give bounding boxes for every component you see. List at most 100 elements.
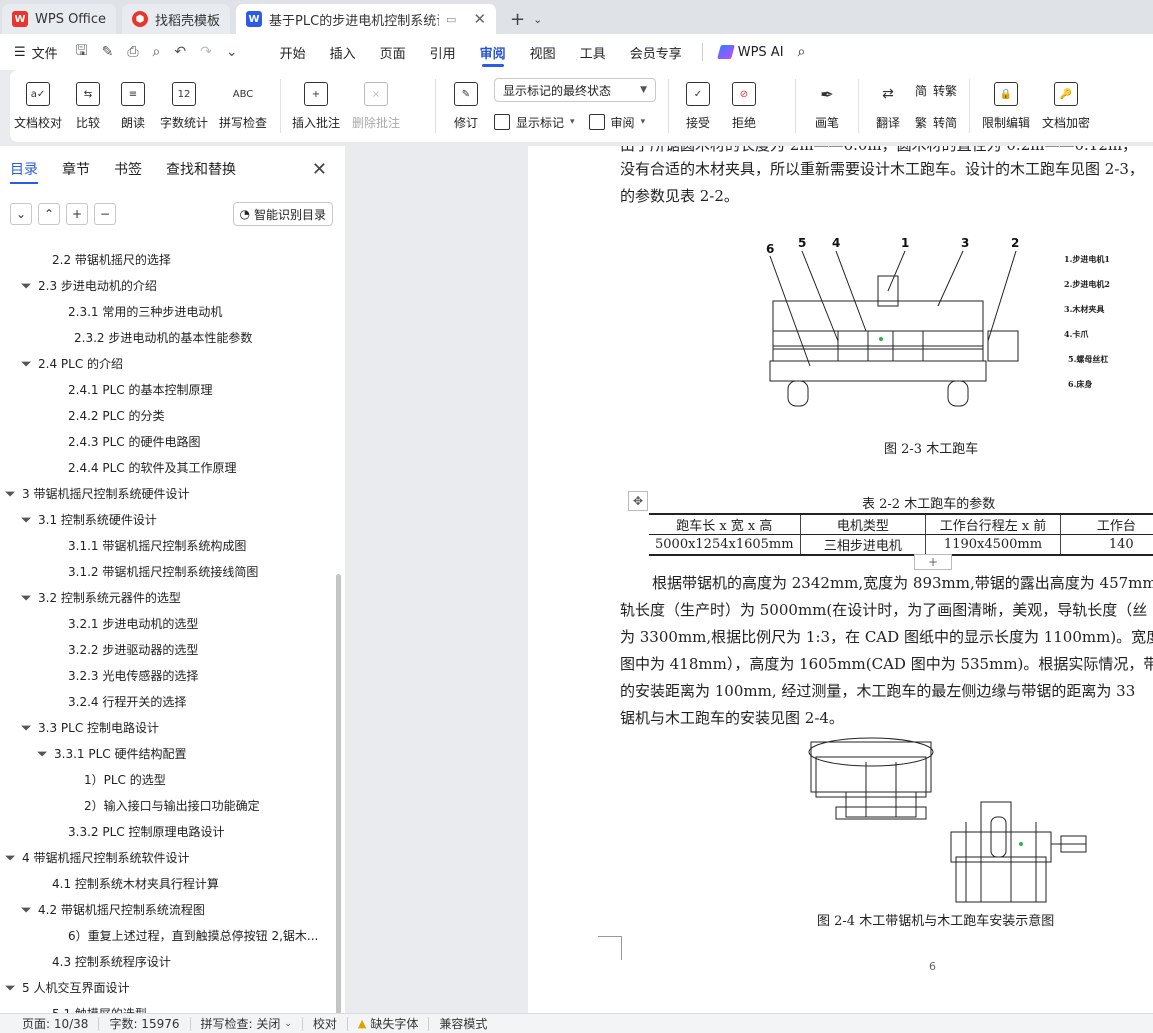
toc-item[interactable]: 2）输入接口与输出接口功能确定: [0, 792, 340, 818]
caret-down-icon[interactable]: ◢: [20, 278, 34, 292]
toc-item[interactable]: ◢ 3 带锯机摇尺控制系统硬件设计: [0, 480, 340, 506]
page-indicator[interactable]: 页面: 10/38: [12, 1016, 100, 1031]
caret-down-icon[interactable]: ◢: [20, 902, 34, 916]
caret-down-icon[interactable]: ◢: [20, 720, 34, 734]
chevron-down-icon[interactable]: ⌄: [533, 13, 542, 26]
caret-down-icon[interactable]: ◢: [4, 980, 18, 994]
proofread-button[interactable]: 校对: [303, 1016, 348, 1031]
translate-button[interactable]: ⇄ 翻译: [865, 76, 911, 136]
next-comment-icon[interactable]: [411, 116, 429, 134]
tab-bookmarks[interactable]: 书签: [114, 146, 142, 192]
tab-find-replace[interactable]: 查找和替换: [166, 146, 236, 192]
toc-item[interactable]: ◢ 3.3.1 PLC 硬件结构配置: [0, 740, 340, 766]
pen-icon[interactable]: ✎: [102, 44, 114, 60]
prev-change-icon[interactable]: [767, 78, 785, 96]
toc-item[interactable]: 3.2.3 光电传感器的选择: [0, 662, 340, 688]
toc-item[interactable]: 5.1 触摸屏的选型: [0, 1000, 340, 1014]
caret-down-icon[interactable]: ◢: [20, 356, 34, 370]
close-icon[interactable]: ✕: [312, 159, 327, 180]
remove-heading-icon[interactable]: −: [94, 203, 116, 225]
tab-home[interactable]: 开始: [268, 34, 318, 70]
caret-down-icon[interactable]: ◢: [4, 486, 18, 500]
word-count-button[interactable]: 12 字数统计: [156, 76, 212, 136]
compare-button[interactable]: ⇆ 比较: [66, 76, 110, 136]
toc-item[interactable]: 6）重复上述过程，直到触摸总停按钮 2,锯木...: [0, 922, 340, 948]
toc-item[interactable]: ◢ 5 人机交互界面设计: [0, 974, 340, 1000]
collapse-up-icon[interactable]: ⌃: [38, 203, 60, 225]
accept-button[interactable]: ✓ 接受: [675, 76, 721, 136]
toc-item[interactable]: 3.2.2 步进驱动器的选型: [0, 636, 340, 662]
toc-item[interactable]: ◢ 2.3 步进电动机的介绍: [0, 272, 340, 298]
toc-item[interactable]: 4.3 控制系统程序设计: [0, 948, 340, 974]
toc-item[interactable]: 2.4.1 PLC 的基本控制原理: [0, 376, 340, 402]
tab-page[interactable]: 页面: [368, 34, 418, 70]
doc-encrypt-button[interactable]: 🔑 文档加密: [1036, 76, 1096, 136]
print-icon[interactable]: ⎙: [127, 44, 138, 60]
add-heading-icon[interactable]: +: [66, 203, 88, 225]
missing-font-button[interactable]: ▲ 缺失字体: [348, 1016, 430, 1031]
toc-item[interactable]: ◢ 3.3 PLC 控制电路设计: [0, 714, 340, 740]
doc-check-button[interactable]: a✓ 文档校对: [10, 76, 66, 136]
more-icon[interactable]: ⌄: [226, 44, 238, 60]
toc-item[interactable]: 2.4.4 PLC 的软件及其工作原理: [0, 454, 340, 480]
save-icon[interactable]: 🖫: [76, 40, 88, 64]
tab-tools[interactable]: 工具: [568, 34, 618, 70]
toc-item[interactable]: 2.3.1 常用的三种步进电动机: [0, 298, 340, 324]
caret-down-icon[interactable]: ◢: [20, 590, 34, 604]
toc-item[interactable]: 2.3.2 步进电动机的基本性能参数: [0, 324, 340, 350]
restrict-edit-button[interactable]: 🔒 限制编辑: [976, 76, 1036, 136]
toc-scrollbar[interactable]: [336, 574, 341, 1033]
search-icon[interactable]: ⌕: [798, 44, 806, 60]
caret-down-icon[interactable]: ◢: [4, 850, 18, 864]
tab-wps-office[interactable]: W WPS Office: [2, 4, 117, 34]
monitor-icon[interactable]: ▭: [446, 13, 456, 26]
spell-check-button[interactable]: ABC 拼写检查: [212, 76, 274, 136]
wps-ai-button[interactable]: WPS AI: [711, 45, 792, 60]
insert-comment-button[interactable]: + 插入批注: [287, 76, 345, 136]
tab-insert[interactable]: 插入: [318, 34, 368, 70]
close-tab-icon[interactable]: ✕: [473, 10, 486, 28]
read-aloud-button[interactable]: ≡ 朗读: [110, 76, 156, 136]
redo-icon[interactable]: ↷: [200, 44, 212, 60]
reject-button[interactable]: ⊘ 拒绝: [721, 76, 767, 136]
prev-comment-icon[interactable]: [411, 78, 429, 96]
print-preview-icon[interactable]: ⌕: [153, 44, 161, 60]
toc-item[interactable]: ◢ 4 带锯机摇尺控制系统软件设计: [0, 844, 340, 870]
add-row-button[interactable]: +: [914, 554, 952, 570]
toc-item[interactable]: 1）PLC 的选型: [0, 766, 340, 792]
toc-item[interactable]: 3.2.1 步进电动机的选型: [0, 610, 340, 636]
toc-item[interactable]: 2.4.2 PLC 的分类: [0, 402, 340, 428]
toc-item[interactable]: 3.3.2 PLC 控制原理电路设计: [0, 818, 340, 844]
tab-docer-templates[interactable]: ⬢ 找稻壳模板: [122, 4, 231, 34]
undo-icon[interactable]: ↶: [174, 44, 186, 60]
toc-item[interactable]: ◢ 4.2 带锯机摇尺控制系统流程图: [0, 896, 340, 922]
show-markup-button[interactable]: 显示标记: [516, 114, 564, 131]
tab-review[interactable]: 审阅: [468, 34, 518, 70]
toc-item[interactable]: ◢ 3.2 控制系统元器件的选型: [0, 584, 340, 610]
toc-item[interactable]: 2.4.3 PLC 的硬件电路图: [0, 428, 340, 454]
document-page[interactable]: 由于所锯圆木材的长度为 2m——6.0m，圆木材的直径为 0.2m——0.12m…: [528, 146, 1153, 1013]
table-cell[interactable]: 140: [1059, 534, 1153, 555]
caret-down-icon[interactable]: ◢: [36, 746, 50, 760]
toc-item[interactable]: 3.1.2 带锯机摇尺控制系统接线简图: [0, 558, 340, 584]
caret-down-icon[interactable]: ◢: [20, 512, 34, 526]
toc-item[interactable]: 2.2 带锯机摇尺的选择: [0, 246, 340, 272]
tab-toc[interactable]: 目录: [10, 146, 38, 192]
tab-current-document[interactable]: W 基于PLC的步进电机控制系统设 ▭ ✕: [236, 4, 497, 34]
toc-item[interactable]: 3.2.4 行程开关的选择: [0, 688, 340, 714]
tab-member[interactable]: 会员专享: [618, 34, 694, 70]
tab-chapters[interactable]: 章节: [62, 146, 90, 192]
smart-toc-button[interactable]: ◔ 智能识别目录: [232, 202, 333, 226]
review-pane-button[interactable]: 审阅: [611, 114, 635, 131]
toc-item[interactable]: ◢ 3.1 控制系统硬件设计: [0, 506, 340, 532]
next-change-icon[interactable]: [767, 116, 785, 134]
table-cell[interactable]: 三相步进电机: [799, 534, 926, 555]
word-count-indicator[interactable]: 字数: 15976: [99, 1016, 191, 1031]
markup-mode-select[interactable]: 显示标记的最终状态 ▼: [494, 78, 656, 102]
new-tab-button[interactable]: + ⌄: [502, 4, 550, 34]
to-traditional-button[interactable]: 简转繁: [915, 78, 957, 102]
delete-comment-button[interactable]: × 删除批注: [345, 76, 407, 136]
tab-view[interactable]: 视图: [518, 34, 568, 70]
table-cell[interactable]: 1190x4500mm: [925, 534, 1061, 555]
table-cell[interactable]: 5000x1254x1605mm: [649, 535, 800, 556]
